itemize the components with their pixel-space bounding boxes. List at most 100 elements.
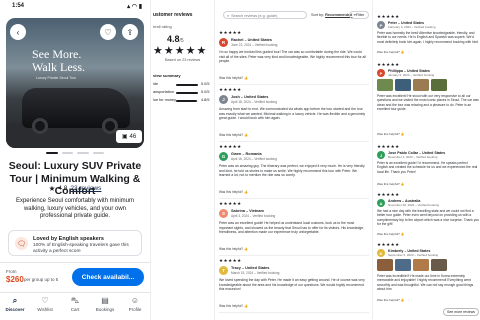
review-search-input[interactable]: ⌕ Search reviews (e.g. guide): [223, 11, 307, 19]
review-stars: ★★★★★: [219, 30, 242, 35]
review-photo-thumbnail[interactable]: [377, 259, 393, 271]
review-text: I'm so happy we booked this guided tour!…: [219, 50, 366, 64]
photos-icon: ▣: [121, 134, 128, 140]
helpful-button[interactable]: Was this helpful? 👍: [219, 190, 248, 194]
tab-discover[interactable]: ⌕ Discover: [1, 293, 29, 320]
heart-icon: ♡: [104, 27, 112, 37]
reviews-list-panel: ⌕ Search reviews (e.g. guide) Sort by: R…: [214, 0, 372, 320]
tab-label: Bookings: [95, 307, 115, 312]
star-icon: ★: [48, 184, 56, 193]
review-stars: ★★★★★: [219, 258, 242, 263]
rating-summary: ★ 4.8 23 reviews: [8, 184, 142, 193]
overall-rating-label: erall rating: [153, 24, 172, 29]
tab-label: Wishlist: [37, 307, 53, 312]
tab-cart[interactable]: ⛍ Cart: [61, 293, 89, 320]
review-card: ★★★★★ J Jose Pablo Collar – United States D…: [377, 144, 479, 188]
rating-bar-value: 5.0/5: [201, 82, 210, 86]
photo-count-badge[interactable]: ▣ 46: [116, 130, 142, 143]
see-more-reviews-button[interactable]: See more reviews: [443, 308, 479, 316]
back-button[interactable]: ‹: [10, 24, 26, 40]
helpful-button[interactable]: Was this helpful? 👍: [377, 182, 404, 186]
sort-dropdown[interactable]: Sort by: Recommended: [311, 13, 352, 17]
review-stars: ★★★★★: [219, 144, 242, 149]
review-meta: April 16, 2024 – Verified booking: [231, 156, 277, 161]
review-text: Peter was excellent! He stood with our v…: [377, 94, 479, 112]
tab-wishlist[interactable]: ♡ Wishlist: [31, 293, 59, 320]
helpful-button[interactable]: Was this helpful? 👍: [377, 298, 404, 302]
filter-label: Filter: [355, 13, 365, 17]
review-divider: [219, 84, 369, 85]
rating-bar-guide: ide 5.0/5: [153, 82, 213, 88]
helpful-button[interactable]: Was this helpful? 👍: [377, 232, 404, 236]
price-amount: $260: [6, 275, 24, 284]
review-text: We loved spending the day with Peter. He…: [219, 278, 365, 292]
product-description: Experience Seoul comfortably with minimu…: [15, 198, 135, 219]
carousel-dot: [92, 152, 104, 154]
review-divider: [219, 198, 369, 199]
review-text: We had a nice day with the travelling st…: [377, 209, 480, 227]
review-stars: ★★★★★: [377, 144, 400, 149]
rating-bar-track: [176, 83, 198, 86]
avatar: A: [377, 199, 385, 207]
avatar: J: [219, 95, 228, 104]
review-meta: April 18, 2024 – Verified booking: [231, 99, 277, 104]
search-icon: ⌕: [12, 296, 18, 305]
based-on-count: Based on 23 reviews: [165, 58, 201, 62]
wishlist-button[interactable]: ♡: [100, 24, 116, 40]
review-stars: ★★★★★: [219, 87, 242, 92]
rating-value: 4.8: [58, 185, 68, 192]
helpful-button[interactable]: Was this helpful? 👍: [377, 132, 404, 136]
review-text: Peter was an amazing guy. The itinerary …: [219, 164, 365, 178]
helpful-button[interactable]: Was this helpful? 👍: [377, 50, 404, 54]
reviewer-name: Rachel – United States: [231, 38, 272, 42]
tab-label: Discover: [5, 307, 25, 312]
helpful-button[interactable]: Was this helpful? 👍: [219, 247, 248, 251]
tab-label: Profile: [128, 307, 142, 312]
price-from-label: From: [6, 269, 17, 274]
helpful-button[interactable]: Was this helpful? 👍: [219, 304, 248, 308]
english-speakers-card: 🗨 Loved by English speakers 100% of Engl…: [8, 230, 142, 256]
review-photo-thumbnail[interactable]: [431, 259, 447, 271]
review-card: ★★★★★ P Peter – United States February 4, 2…: [377, 14, 479, 56]
review-photo-thumbnail[interactable]: [377, 79, 393, 91]
review-meta: June 22, 2024 – Verified booking: [231, 42, 278, 47]
reviewer-name: Sabrina – Vietnam: [231, 209, 264, 213]
review-photo-thumbnail[interactable]: [413, 259, 429, 271]
back-arrow-icon: ‹: [16, 27, 20, 37]
tab-bookings[interactable]: ▤ Bookings: [91, 293, 119, 320]
rating-bar-transportation: ansportation 5.0/5: [153, 90, 213, 96]
review-meta: February 4, 2024 – Verified booking: [388, 25, 436, 29]
review-text: Peter was an excellent guide! He helped …: [219, 221, 365, 235]
reviews-link[interactable]: 23 reviews: [70, 185, 101, 192]
review-text: Peter was incredible!!! He made our time…: [377, 274, 474, 292]
review-photo-thumbnail[interactable]: [431, 79, 447, 91]
hero-tagline: Luxury Private Seoul Tour: [36, 76, 77, 80]
rating-bar-fill: [176, 99, 198, 102]
review-photo-thumbnail[interactable]: [413, 79, 429, 91]
rating-bar-track: [176, 99, 198, 102]
helpful-button[interactable]: Was this helpful? 👍: [219, 133, 248, 137]
avatar: S: [219, 209, 228, 218]
check-availability-button[interactable]: Check availabil...: [72, 268, 144, 286]
carousel-dot: [77, 152, 89, 154]
hero-wheel: [32, 118, 48, 134]
share-button[interactable]: ⇪: [122, 24, 138, 40]
filter-button[interactable]: ≡ Filter: [349, 11, 369, 19]
rating-bar-track: [176, 91, 198, 94]
share-icon: ⇪: [126, 27, 134, 37]
helpful-button[interactable]: Was this helpful? 👍: [219, 76, 248, 80]
review-meta: January 5, 2024 – Verified booking: [388, 73, 435, 77]
review-stars: ★★★★★: [377, 14, 400, 19]
rating-bar-label: lue for money: [153, 98, 177, 102]
review-meta: April 3, 2024 – Verified booking: [231, 213, 276, 218]
overall-score: 4.8/5: [167, 34, 184, 44]
signal-icons: ▴ ◠ ▮: [127, 4, 142, 10]
review-photo-thumbnail[interactable]: [395, 79, 411, 91]
review-text: Amazing from start to end. We communicat…: [219, 107, 366, 121]
reviewer-name: Tracy – United States: [231, 266, 270, 270]
carousel-dots: [46, 152, 104, 155]
tab-profile[interactable]: ☺ Profile: [121, 293, 149, 320]
review-meta: September 5, 2023 – Verified booking: [388, 253, 439, 257]
review-photo-thumbnail[interactable]: [395, 259, 411, 271]
guide-card-title: Loved by English speakers: [33, 236, 104, 242]
